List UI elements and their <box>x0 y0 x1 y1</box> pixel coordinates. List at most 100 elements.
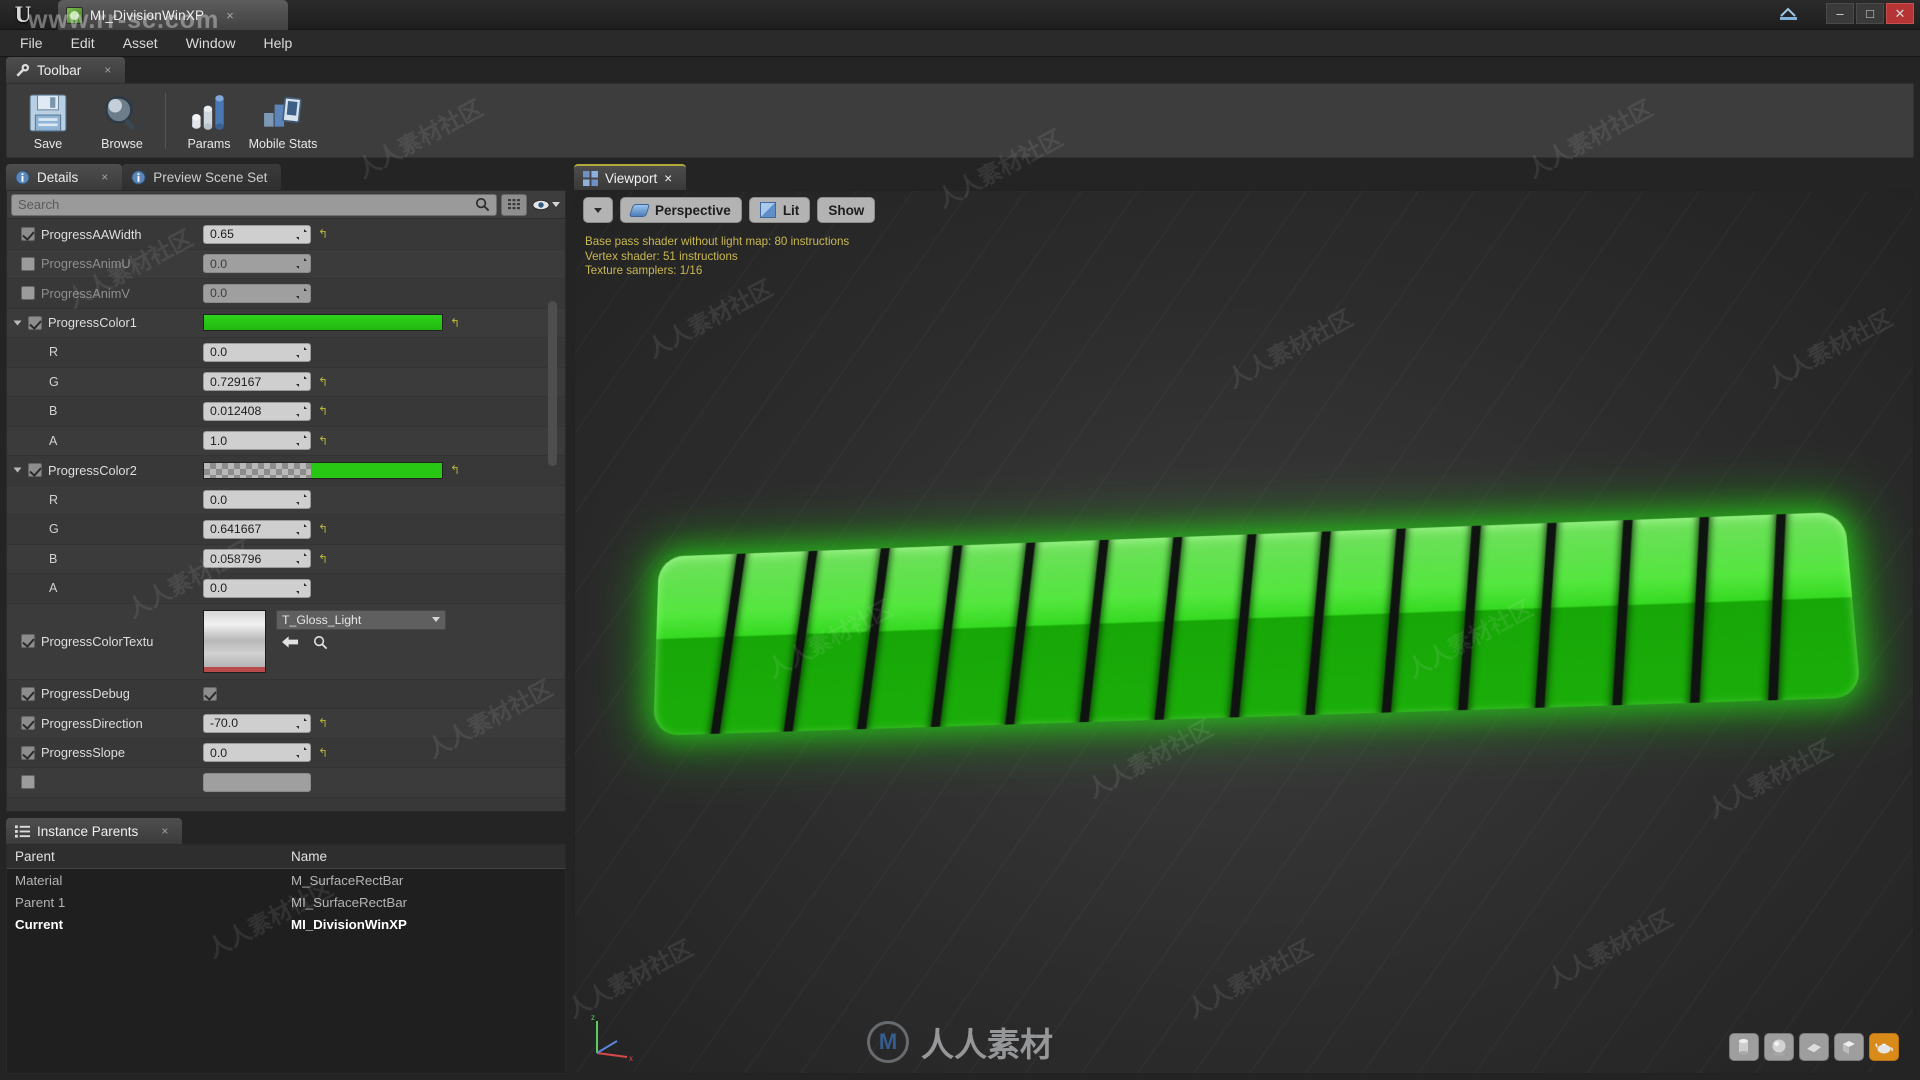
mobile-stats-button[interactable]: Mobile Stats <box>246 86 320 156</box>
bool-value-checkbox[interactable] <box>203 686 217 701</box>
revert-icon[interactable]: ↰ <box>318 405 328 417</box>
property-row-progressslope[interactable]: ProgressSlope 0.0 ↰ <box>7 739 565 768</box>
number-input[interactable]: 0.0 <box>203 342 311 362</box>
spinner-icon[interactable] <box>296 376 307 388</box>
property-row-color1-g[interactable]: G 0.729167 ↰ <box>7 367 565 397</box>
number-input[interactable] <box>203 772 311 792</box>
property-row-color2-b[interactable]: B 0.058796 ↰ <box>7 544 565 574</box>
property-row-progresscolor1[interactable]: ProgressColor1 ↰ <box>7 308 565 338</box>
revert-icon[interactable]: ↰ <box>318 376 328 388</box>
details-tab[interactable]: Details × <box>6 164 123 190</box>
viewport-tab-close-icon[interactable]: × <box>664 171 672 186</box>
property-list[interactable]: ProgressAAWidth 0.65 ↰ ProgressAnimU 0.0… <box>7 220 565 810</box>
number-input[interactable]: 1.0 <box>203 431 311 451</box>
property-row-color1-r[interactable]: R 0.0 <box>7 338 565 368</box>
spinner-icon[interactable] <box>296 346 307 358</box>
property-row-progressanimu[interactable]: ProgressAnimU 0.0 <box>7 249 565 279</box>
table-row[interactable]: Parent 1 MI_SurfaceRectBar <box>7 891 565 913</box>
number-input[interactable]: 0.0 <box>203 490 311 510</box>
revert-icon[interactable]: ↰ <box>318 228 328 240</box>
preview-scene-settings-tab[interactable]: Preview Scene Set <box>122 164 282 190</box>
expander-arrow-icon[interactable] <box>13 320 22 326</box>
close-button[interactable]: ✕ <box>1886 3 1914 24</box>
expander-arrow-icon[interactable] <box>13 467 22 473</box>
instance-parents-tab[interactable]: Instance Parents × <box>6 818 183 844</box>
spinner-icon[interactable] <box>296 435 307 447</box>
layout-restore-icon[interactable] <box>1776 4 1802 24</box>
minimize-button[interactable]: – <box>1826 3 1854 24</box>
revert-icon[interactable]: ↰ <box>318 523 328 535</box>
back-arrow-icon[interactable] <box>282 635 299 649</box>
row-checkbox[interactable] <box>21 227 35 242</box>
table-row[interactable]: Material M_SurfaceRectBar <box>7 869 565 891</box>
show-flags-button[interactable]: Show <box>817 197 876 223</box>
params-button[interactable]: Params <box>172 86 246 156</box>
number-input[interactable]: -70.0 <box>203 713 311 733</box>
spinner-icon[interactable] <box>296 258 307 270</box>
property-row-color2-a[interactable]: A 0.0 <box>7 574 565 604</box>
spinner-icon[interactable] <box>296 747 307 759</box>
document-tab-close-icon[interactable]: × <box>226 8 234 23</box>
viewport-options-button[interactable] <box>583 197 613 223</box>
property-row-progresscolortexture[interactable]: ProgressColorTextu T_Gloss_Light <box>7 603 565 680</box>
number-input[interactable]: 0.65 <box>203 224 311 244</box>
row-checkbox[interactable] <box>21 256 35 271</box>
details-scrollbar[interactable] <box>548 301 557 466</box>
number-input[interactable]: 0.058796 <box>203 549 311 569</box>
property-row-color2-r[interactable]: R 0.0 <box>7 485 565 515</box>
spinner-icon[interactable] <box>296 553 307 565</box>
visibility-dropdown-button[interactable] <box>531 194 561 216</box>
color-swatch[interactable] <box>203 461 443 479</box>
view-options-button[interactable] <box>501 193 527 216</box>
viewport-tab[interactable]: Viewport × <box>574 164 687 190</box>
toolbar-tab[interactable]: Toolbar × <box>6 57 126 83</box>
number-input[interactable]: 0.729167 <box>203 372 311 392</box>
property-row-color1-a[interactable]: A 1.0 ↰ <box>7 426 565 456</box>
spinner-icon[interactable] <box>296 405 307 417</box>
number-input[interactable]: 0.0 <box>203 578 311 598</box>
property-row-partial[interactable] <box>7 768 565 798</box>
row-checkbox[interactable] <box>21 716 35 731</box>
number-input[interactable]: 0.641667 <box>203 519 311 539</box>
instance-parents-tab-close-icon[interactable]: × <box>161 824 168 838</box>
spinner-icon[interactable] <box>296 582 307 594</box>
details-tab-close-icon[interactable]: × <box>101 170 108 184</box>
property-row-progressdirection[interactable]: ProgressDirection -70.0 ↰ <box>7 709 565 739</box>
texture-selector[interactable]: T_Gloss_Light <box>276 609 446 630</box>
row-checkbox[interactable] <box>21 686 35 701</box>
browse-button[interactable]: Browse <box>85 86 159 156</box>
spinner-icon[interactable] <box>296 523 307 535</box>
revert-icon[interactable]: ↰ <box>318 717 328 729</box>
property-row-color1-b[interactable]: B 0.012408 ↰ <box>7 397 565 427</box>
revert-icon[interactable]: ↰ <box>318 435 328 447</box>
toolbar-tab-close-icon[interactable]: × <box>104 63 111 77</box>
spinner-icon[interactable] <box>296 228 307 240</box>
property-row-color2-g[interactable]: G 0.641667 ↰ <box>7 515 565 545</box>
spinner-icon[interactable] <box>296 287 307 299</box>
row-checkbox[interactable] <box>21 634 35 648</box>
menu-item-window[interactable]: Window <box>172 31 250 55</box>
browse-magnifier-icon[interactable] <box>313 635 328 650</box>
revert-icon[interactable]: ↰ <box>450 464 460 476</box>
preview-shape-teapot-button[interactable] <box>1869 1033 1899 1061</box>
save-button[interactable]: Save <box>11 86 85 156</box>
revert-icon[interactable]: ↰ <box>318 747 328 759</box>
menu-item-help[interactable]: Help <box>250 31 307 55</box>
document-tab[interactable]: MI_DivisionWinXP × <box>58 0 288 30</box>
menu-item-asset[interactable]: Asset <box>109 31 172 55</box>
viewport-body[interactable]: Perspective Lit Show Base pass shader wi… <box>574 190 1914 1074</box>
preview-shape-cylinder-button[interactable] <box>1729 1033 1759 1061</box>
property-row-progresscolor2[interactable]: ProgressColor2 ↰ <box>7 456 565 486</box>
menu-item-file[interactable]: File <box>6 31 57 55</box>
spinner-icon[interactable] <box>296 494 307 506</box>
property-row-progressaawidth[interactable]: ProgressAAWidth 0.65 ↰ <box>7 220 565 250</box>
number-input[interactable]: 0.0 <box>203 254 311 274</box>
spinner-icon[interactable] <box>296 717 307 729</box>
revert-icon[interactable]: ↰ <box>450 317 460 329</box>
row-checkbox[interactable] <box>28 463 42 478</box>
texture-thumbnail[interactable] <box>203 609 266 673</box>
menu-item-edit[interactable]: Edit <box>57 31 109 55</box>
camera-mode-button[interactable]: Perspective <box>620 197 742 223</box>
search-input[interactable]: Search <box>11 193 497 216</box>
row-checkbox[interactable] <box>28 315 42 330</box>
